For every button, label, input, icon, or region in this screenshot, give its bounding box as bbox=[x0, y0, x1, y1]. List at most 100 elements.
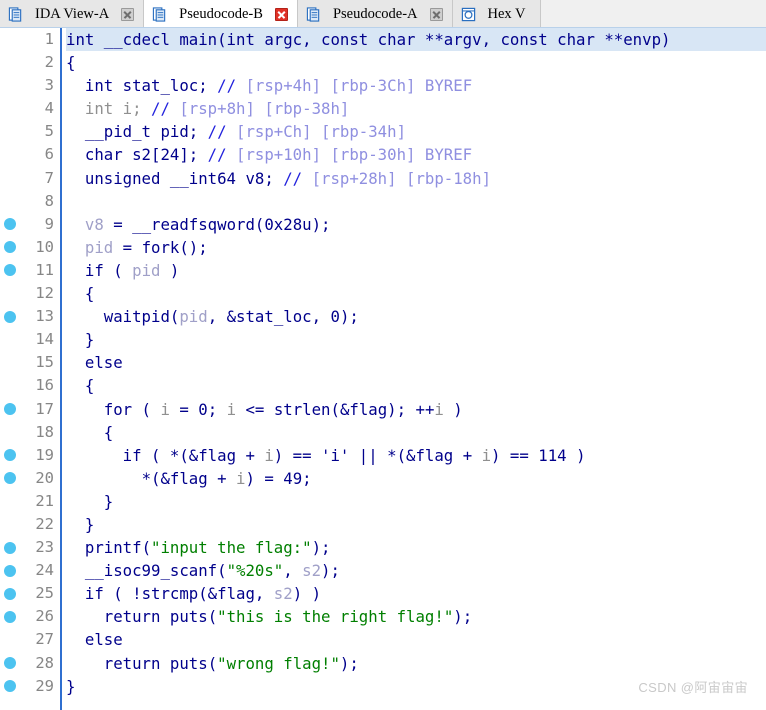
line-number-label: 27 bbox=[35, 630, 54, 649]
breakpoint-dot-icon[interactable] bbox=[4, 657, 16, 670]
line-number-label: 8 bbox=[44, 191, 54, 210]
line-number[interactable]: 17 bbox=[0, 398, 60, 421]
line-number[interactable]: 20 bbox=[0, 467, 60, 490]
line-number-label: 12 bbox=[35, 284, 54, 303]
code-line[interactable]: int __cdecl main(int argc, const char **… bbox=[66, 28, 766, 52]
code-line[interactable]: unsigned __int64 v8; // [rsp+28h] [rbp-1… bbox=[66, 167, 766, 190]
breakpoint-dot-icon[interactable] bbox=[4, 218, 16, 231]
line-number[interactable]: 29 bbox=[0, 675, 60, 698]
line-number[interactable]: 19 bbox=[0, 444, 60, 467]
breakpoint-dot-icon[interactable] bbox=[4, 472, 16, 485]
code-line[interactable]: if ( pid ) bbox=[66, 259, 766, 282]
line-number[interactable]: 22 bbox=[0, 513, 60, 536]
breakpoint-dot-icon[interactable] bbox=[4, 264, 16, 277]
close-icon-red[interactable] bbox=[274, 7, 288, 21]
line-number[interactable]: 3 bbox=[0, 74, 60, 97]
breakpoint-dot-icon[interactable] bbox=[4, 680, 16, 693]
code-line[interactable]: printf("input the flag:"); bbox=[66, 536, 766, 559]
line-number-label: 1 bbox=[44, 30, 54, 48]
line-number-label: 29 bbox=[35, 676, 54, 695]
line-number-label: 21 bbox=[35, 491, 54, 510]
line-number[interactable]: 11 bbox=[0, 259, 60, 282]
line-number-label: 19 bbox=[35, 445, 54, 464]
breakpoint-dot-icon[interactable] bbox=[4, 564, 16, 577]
code-line[interactable]: else bbox=[66, 628, 766, 651]
code-line[interactable]: } bbox=[66, 328, 766, 351]
code-line[interactable]: { bbox=[66, 374, 766, 397]
code-line[interactable]: if ( *(&flag + i) == 'i' || *(&flag + i)… bbox=[66, 444, 766, 467]
code-line[interactable]: if ( !strcmp(&flag, s2) ) bbox=[66, 582, 766, 605]
line-number-gutter[interactable]: 1 2 3 4 5 6 7 8 9 10 11 12 13 14 15 16 17 18 19 20 21 22 23 24 2… bbox=[0, 28, 62, 710]
code-line[interactable]: __pid_t pid; // [rsp+Ch] [rbp-34h] bbox=[66, 120, 766, 143]
tab-label: IDA View-A bbox=[35, 5, 110, 22]
line-number[interactable]: 21 bbox=[0, 490, 60, 513]
line-number-label: 4 bbox=[44, 99, 54, 118]
code-line[interactable]: for ( i = 0; i <= strlen(&flag); ++i ) bbox=[66, 398, 766, 421]
line-number-label: 20 bbox=[35, 468, 54, 487]
line-number[interactable]: 10 bbox=[0, 236, 60, 259]
close-icon[interactable] bbox=[121, 7, 135, 21]
breakpoint-dot-icon[interactable] bbox=[4, 449, 16, 462]
code-line[interactable]: int i; // [rsp+8h] [rbp-38h] bbox=[66, 97, 766, 120]
line-number-label: 2 bbox=[44, 53, 54, 72]
line-number[interactable]: 16 bbox=[0, 374, 60, 397]
breakpoint-dot-icon[interactable] bbox=[4, 241, 16, 254]
line-number-label: 7 bbox=[44, 168, 54, 187]
code-line[interactable]: char s2[24]; // [rsp+10h] [rbp-30h] BYRE… bbox=[66, 143, 766, 166]
line-number-label: 17 bbox=[35, 399, 54, 418]
code-line[interactable]: pid = fork(); bbox=[66, 236, 766, 259]
code-line[interactable]: else bbox=[66, 351, 766, 374]
code-line[interactable]: { bbox=[66, 421, 766, 444]
breakpoint-dot-icon[interactable] bbox=[4, 610, 16, 623]
tab-hex-v[interactable]: Hex V bbox=[452, 0, 541, 27]
document-icon bbox=[153, 6, 166, 22]
code-line[interactable]: { bbox=[66, 51, 766, 74]
line-number-label: 23 bbox=[35, 538, 54, 557]
breakpoint-dot-icon[interactable] bbox=[4, 403, 16, 416]
tab-pseudocode-b[interactable]: Pseudocode-B bbox=[144, 0, 298, 27]
code-line[interactable]: v8 = __readfsqword(0x28u); bbox=[66, 213, 766, 236]
code-line[interactable]: *(&flag + i) = 49; bbox=[66, 467, 766, 490]
code-line[interactable]: } bbox=[66, 490, 766, 513]
code-line[interactable] bbox=[66, 190, 766, 213]
line-number[interactable]: 13 bbox=[0, 305, 60, 328]
line-number[interactable]: 12 bbox=[0, 282, 60, 305]
line-number[interactable]: 24 bbox=[0, 559, 60, 582]
line-number-label: 15 bbox=[35, 353, 54, 372]
hexview-icon bbox=[461, 7, 475, 21]
line-number[interactable]: 27 bbox=[0, 628, 60, 651]
code-line[interactable]: int stat_loc; // [rsp+4h] [rbp-3Ch] BYRE… bbox=[66, 74, 766, 97]
line-number[interactable]: 5 bbox=[0, 120, 60, 143]
line-number[interactable]: 4 bbox=[0, 97, 60, 120]
code-line[interactable]: waitpid(pid, &stat_loc, 0); bbox=[66, 305, 766, 328]
tab-ida-view-a[interactable]: IDA View-A bbox=[0, 0, 145, 27]
line-number[interactable]: 7 bbox=[0, 167, 60, 190]
code-line[interactable]: } bbox=[66, 513, 766, 536]
tab-label: Pseudocode-A bbox=[332, 5, 418, 22]
line-number[interactable]: 1 bbox=[0, 28, 60, 51]
line-number[interactable]: 26 bbox=[0, 605, 60, 628]
line-number[interactable]: 14 bbox=[0, 328, 60, 351]
line-number[interactable]: 6 bbox=[0, 143, 60, 166]
pseudocode-editor[interactable]: 1 2 3 4 5 6 7 8 9 10 11 12 13 14 15 16 17 18 19 20 21 22 23 24 2… bbox=[0, 28, 766, 710]
code-line[interactable]: { bbox=[66, 282, 766, 305]
breakpoint-dot-icon[interactable] bbox=[4, 310, 16, 323]
line-number[interactable]: 15 bbox=[0, 351, 60, 374]
close-icon[interactable] bbox=[429, 7, 443, 21]
line-number-label: 11 bbox=[35, 260, 54, 279]
line-number[interactable]: 2 bbox=[0, 51, 60, 74]
line-number-label: 14 bbox=[35, 330, 54, 349]
line-number[interactable]: 18 bbox=[0, 421, 60, 444]
breakpoint-dot-icon[interactable] bbox=[4, 541, 16, 554]
code-line[interactable]: return puts("wrong flag!"); bbox=[66, 652, 766, 675]
code-line[interactable]: __isoc99_scanf("%20s", s2); bbox=[66, 559, 766, 582]
code-line[interactable]: return puts("this is the right flag!"); bbox=[66, 605, 766, 628]
line-number[interactable]: 28 bbox=[0, 652, 60, 675]
code-text-area[interactable]: int __cdecl main(int argc, const char **… bbox=[62, 28, 766, 710]
line-number[interactable]: 25 bbox=[0, 582, 60, 605]
line-number[interactable]: 23 bbox=[0, 536, 60, 559]
tab-pseudocode-a[interactable]: Pseudocode-A bbox=[297, 0, 453, 27]
breakpoint-dot-icon[interactable] bbox=[4, 587, 16, 600]
line-number[interactable]: 9 bbox=[0, 213, 60, 236]
line-number[interactable]: 8 bbox=[0, 190, 60, 213]
